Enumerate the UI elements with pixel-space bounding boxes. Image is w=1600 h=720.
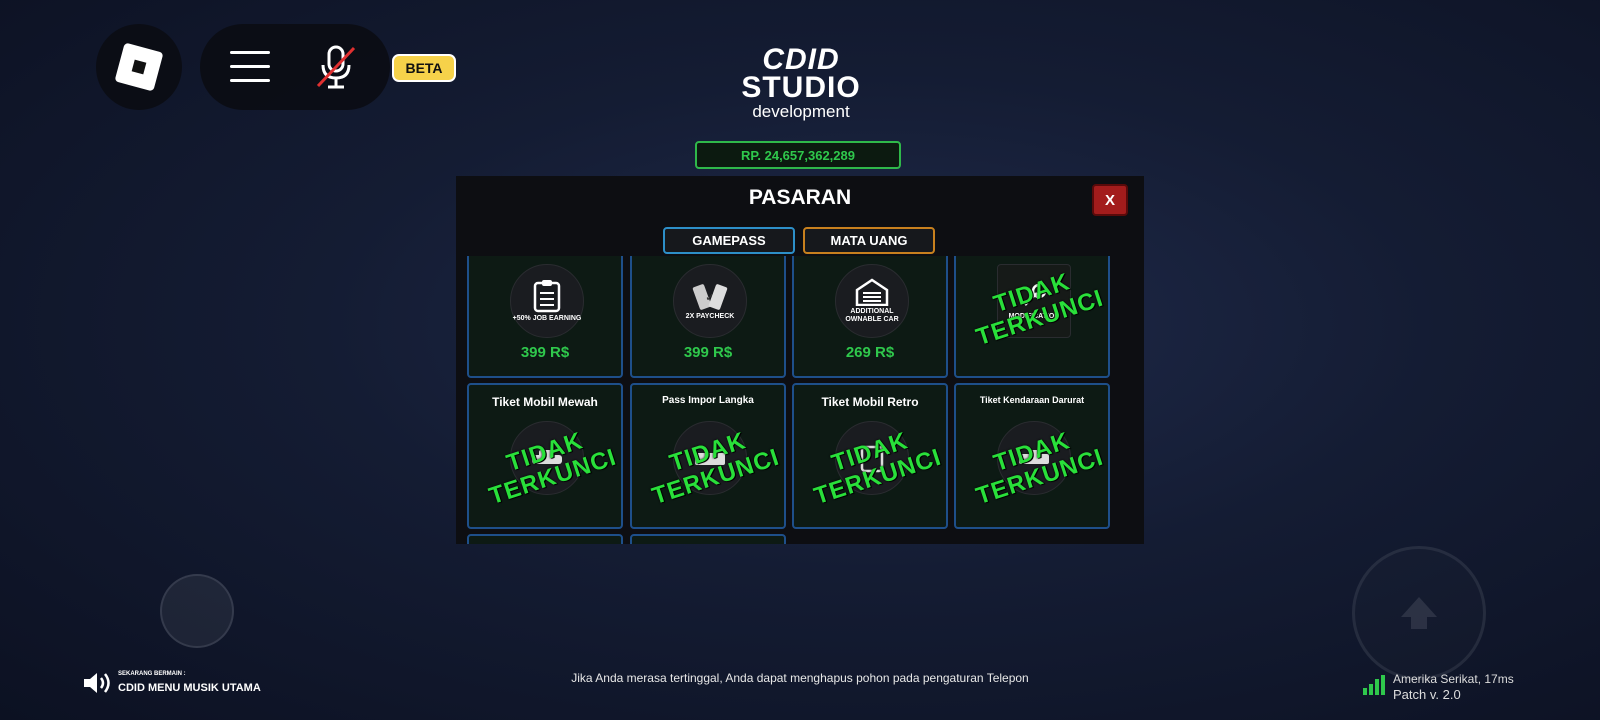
icon-caption: +50% JOB EARNING	[512, 315, 582, 322]
icon-caption: ADDITIONAL OWNABLE CAR	[845, 308, 899, 323]
movement-joystick[interactable]	[160, 574, 234, 648]
beta-badge: BETA	[392, 54, 456, 82]
logo-line-1: CDID	[762, 43, 840, 76]
gamepass-card-rare-import[interactable]: Pass Impor Langka TIDAK TERKUNCI	[630, 383, 786, 529]
market-window: PASARAN X GAMEPASS MATA UANG +50% JOB EA…	[456, 176, 1144, 544]
hamburger-menu-icon[interactable]	[230, 51, 270, 83]
jump-button[interactable]	[1352, 546, 1486, 680]
currency-balance: RP. 24,657,362,289	[695, 141, 901, 169]
arrow-up-icon	[1401, 597, 1437, 629]
gamepass-card-retro-car[interactable]: Tiket Mobil Retro TIDAK TERKUNCI	[792, 383, 948, 529]
icon-caption: 2X PAYCHECK	[685, 313, 735, 320]
roblox-menu-button[interactable]	[96, 24, 182, 110]
gamepass-card-paycheck[interactable]: ✓ 2X PAYCHECK 399 R$	[630, 256, 786, 378]
card-title: Tiket Mobil Mewah	[492, 395, 598, 409]
gamepass-card-emergency-vehicle[interactable]: Tiket Kendaraan Darurat TIDAK TERKUNCI	[954, 383, 1110, 529]
price-label: 399 R$	[520, 344, 570, 361]
clipboard-icon: +50% JOB EARNING	[510, 264, 584, 338]
gamepass-card-row3-1[interactable]	[467, 534, 623, 544]
card-title: Tiket Kendaraan Darurat	[979, 395, 1085, 405]
price-label: 269 R$	[845, 344, 895, 361]
patch-version: Patch v. 2.0	[1393, 687, 1461, 702]
money-icon: ✓ 2X PAYCHECK	[673, 264, 747, 338]
gamepass-card-ownable-car[interactable]: ADDITIONAL OWNABLE CAR 269 R$	[792, 256, 948, 378]
roblox-logo-icon	[114, 42, 164, 92]
signal-strength-icon	[1363, 675, 1385, 695]
gamepass-card-luxury-car[interactable]: Tiket Mobil Mewah TIDAK TERKUNCI	[467, 383, 623, 529]
market-title: PASARAN	[748, 186, 852, 209]
price-label: 399 R$	[683, 344, 733, 361]
studio-logo: CDID STUDIO development	[736, 43, 866, 122]
top-controls-pill	[200, 24, 390, 110]
close-button[interactable]: X	[1092, 184, 1128, 216]
server-region: Amerika Serikat, 17ms	[1393, 672, 1514, 686]
gamepass-card-row3-2[interactable]	[630, 534, 786, 544]
card-title: Tiket Mobil Retro	[821, 395, 919, 409]
hint-text: Jika Anda merasa tertinggal, Anda dapat …	[571, 671, 1029, 685]
gamepass-grid: +50% JOB EARNING 399 R$ ✓ 2X PAYCHECK 39…	[456, 256, 1144, 544]
microphone-muted-icon[interactable]	[316, 44, 356, 90]
garage-icon: ADDITIONAL OWNABLE CAR	[835, 264, 909, 338]
logo-line-2: STUDIO	[741, 71, 861, 104]
gamepass-card-modification[interactable]: MODIFICATION TIDAK TERKUNCI	[954, 256, 1110, 378]
gamepass-card-job-earning[interactable]: +50% JOB EARNING 399 R$	[467, 256, 623, 378]
logo-line-3: development	[752, 102, 850, 121]
tab-mata-uang[interactable]: MATA UANG	[803, 227, 935, 254]
tab-gamepass[interactable]: GAMEPASS	[663, 227, 795, 254]
card-title: Pass Impor Langka	[662, 395, 754, 406]
svg-text:✓: ✓	[705, 290, 715, 304]
